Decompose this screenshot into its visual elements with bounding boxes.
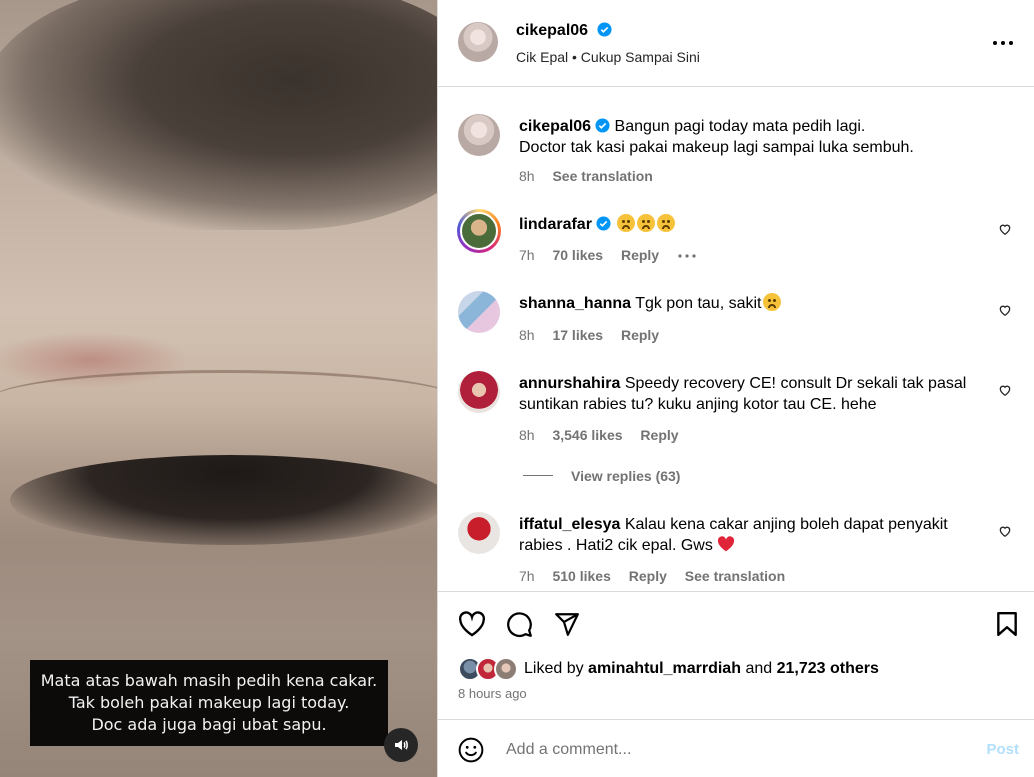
view-replies-button[interactable]: View replies (63) bbox=[571, 468, 680, 484]
emoji-smiley-icon[interactable] bbox=[458, 737, 484, 763]
comment-time[interactable]: 7h bbox=[519, 247, 535, 263]
comment-username[interactable]: iffatul_elesya bbox=[519, 516, 620, 533]
author-subtitle[interactable]: Cik Epal • Cukup Sampai Sini bbox=[516, 49, 700, 65]
liked-by-text: Liked by aminahtul_marrdiah and 21,723 o… bbox=[524, 660, 879, 678]
post-details-panel: cikepal06 Cik Epal • Cukup Sampai Sini c… bbox=[437, 0, 1034, 777]
save-bookmark-icon[interactable] bbox=[995, 611, 1019, 637]
commenter-avatar[interactable] bbox=[458, 371, 500, 413]
story-ring-avatar[interactable] bbox=[457, 209, 501, 253]
commenter-avatar[interactable] bbox=[458, 512, 500, 554]
verified-badge-icon bbox=[596, 216, 611, 231]
reply-button[interactable]: Reply bbox=[629, 568, 667, 584]
liked-by-prefix: Liked by bbox=[524, 660, 584, 677]
comments-list[interactable]: cikepal06 Bangun pagi today mata pedih l… bbox=[438, 88, 1034, 591]
reply-button[interactable]: Reply bbox=[621, 247, 659, 263]
eyebrow-graphic bbox=[0, 0, 437, 230]
sad-face-emoji-icon bbox=[763, 293, 782, 311]
liked-by-others[interactable]: 21,723 others bbox=[777, 660, 879, 677]
image-caption-line: Tak boleh pakai makeup lagi today. bbox=[68, 693, 350, 712]
image-caption-overlay: Mata atas bawah masih pedih kena cakar. … bbox=[30, 660, 388, 746]
red-heart-emoji-icon bbox=[718, 536, 735, 552]
comment-likes[interactable]: 17 likes bbox=[552, 327, 603, 343]
like-comment-heart-icon[interactable] bbox=[998, 303, 1012, 317]
comment-likes[interactable]: 70 likes bbox=[552, 247, 603, 263]
comment-time[interactable]: 8h bbox=[519, 327, 535, 343]
comment-bubble-icon[interactable] bbox=[506, 611, 533, 638]
reply-button[interactable]: Reply bbox=[621, 327, 659, 343]
caption-text-line2: Doctor tak kasi pakai makeup lagi sampai… bbox=[519, 139, 914, 156]
image-caption-line: Mata atas bawah masih pedih kena cakar. bbox=[40, 671, 378, 690]
more-options-icon[interactable] bbox=[992, 32, 1014, 54]
comment-username[interactable]: annurshahira bbox=[519, 375, 620, 392]
see-translation-link[interactable]: See translation bbox=[685, 568, 785, 584]
author-username[interactable]: cikepal06 bbox=[516, 22, 588, 39]
post-actions: Liked by aminahtul_marrdiah and 21,723 o… bbox=[438, 591, 1034, 719]
view-replies-divider bbox=[523, 475, 553, 476]
liked-by-and: and bbox=[745, 660, 773, 677]
speaker-icon bbox=[395, 740, 408, 750]
comment-input[interactable]: Add a comment... bbox=[506, 741, 631, 759]
reply-button[interactable]: Reply bbox=[640, 427, 678, 443]
liked-by-avatars[interactable] bbox=[458, 657, 520, 683]
post-timestamp[interactable]: 8 hours ago bbox=[458, 686, 527, 701]
like-comment-heart-icon[interactable] bbox=[998, 383, 1012, 397]
liker-avatar bbox=[494, 657, 518, 681]
image-caption-line: Doc ada juga bagi ubat sapu. bbox=[91, 715, 327, 734]
caption-time[interactable]: 8h bbox=[519, 168, 535, 184]
liked-by-user[interactable]: aminahtul_marrdiah bbox=[588, 660, 741, 677]
post-comment-button[interactable]: Post bbox=[986, 741, 1019, 758]
comment-text: Tgk pon tau, sakit bbox=[635, 295, 762, 312]
comment-username[interactable]: lindarafar bbox=[519, 216, 592, 233]
sad-face-emoji-icon bbox=[617, 214, 636, 232]
like-comment-heart-icon[interactable] bbox=[998, 222, 1012, 236]
see-translation-link[interactable]: See translation bbox=[552, 168, 652, 184]
comment-time[interactable]: 7h bbox=[519, 568, 535, 584]
author-avatar[interactable] bbox=[458, 114, 500, 156]
comment-likes[interactable]: 510 likes bbox=[552, 568, 610, 584]
commenter-avatar[interactable] bbox=[458, 291, 500, 333]
caption-text-line1: Bangun pagi today mata pedih lagi. bbox=[614, 118, 866, 135]
share-send-icon[interactable] bbox=[554, 611, 580, 637]
eyelid-crease-graphic bbox=[0, 370, 437, 430]
comment-time[interactable]: 8h bbox=[519, 427, 535, 443]
sad-face-emoji-icon bbox=[657, 214, 676, 232]
caption-username[interactable]: cikepal06 bbox=[519, 118, 591, 135]
like-heart-icon[interactable] bbox=[458, 611, 486, 637]
sad-face-emoji-icon bbox=[637, 214, 656, 232]
author-info: cikepal06 bbox=[516, 22, 612, 40]
post-header: cikepal06 Cik Epal • Cukup Sampai Sini bbox=[438, 0, 1034, 87]
like-comment-heart-icon[interactable] bbox=[998, 524, 1012, 538]
post-image[interactable]: Mata atas bawah masih pedih kena cakar. … bbox=[0, 0, 437, 777]
eyelash-graphic bbox=[10, 455, 437, 545]
audio-toggle-button[interactable] bbox=[384, 728, 418, 762]
verified-badge-icon bbox=[595, 118, 610, 133]
verified-badge-icon bbox=[596, 22, 612, 37]
comment-username[interactable]: shanna_hanna bbox=[519, 295, 631, 312]
more-options-icon[interactable] bbox=[677, 252, 697, 260]
author-avatar[interactable] bbox=[458, 22, 498, 62]
comment-likes[interactable]: 3,546 likes bbox=[552, 427, 622, 443]
add-comment-bar: Add a comment... Post bbox=[438, 719, 1034, 777]
